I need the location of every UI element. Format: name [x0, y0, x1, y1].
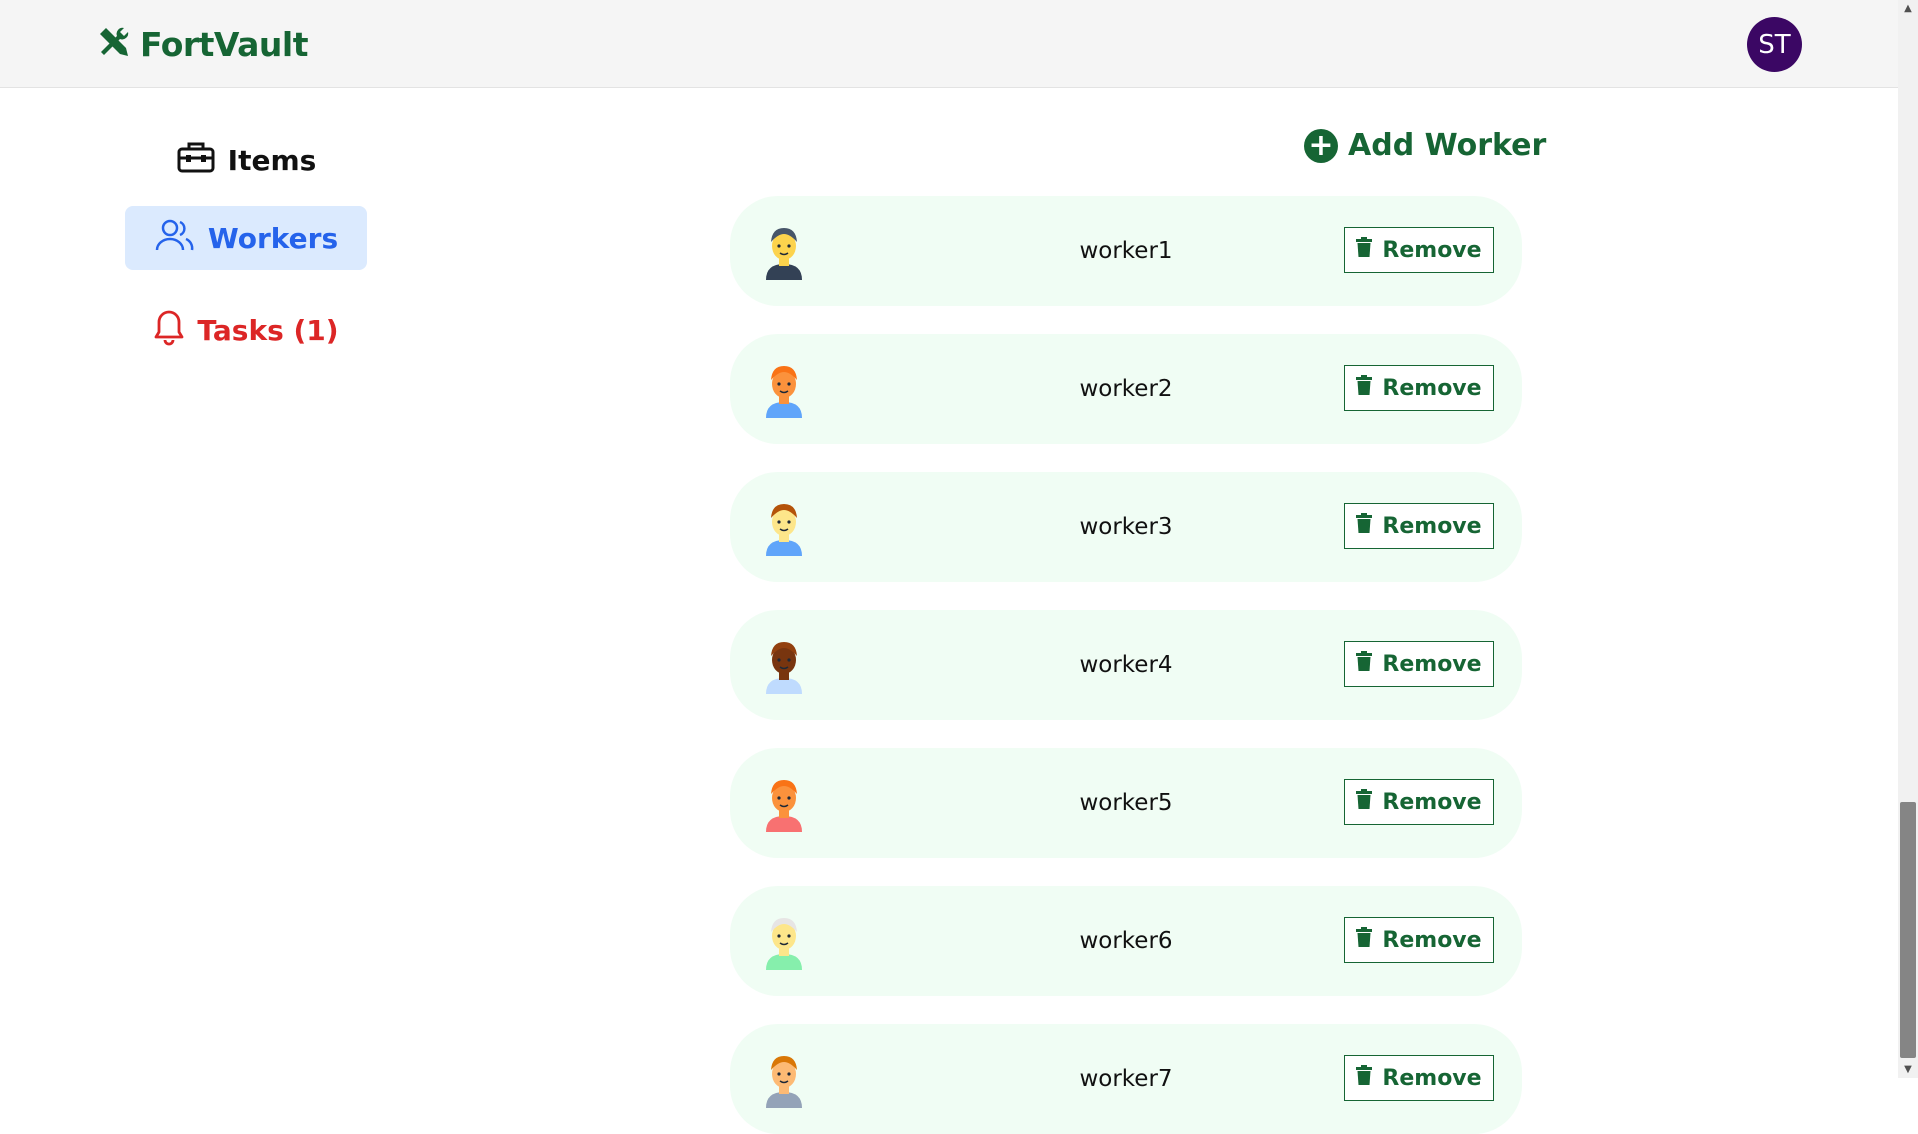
user-avatar[interactable]: ST	[1747, 17, 1802, 72]
trash-icon	[1356, 237, 1373, 263]
avatar-turban-icon	[762, 224, 806, 280]
remove-label: Remove	[1382, 375, 1482, 401]
worker-row: worker4 Remove	[730, 610, 1522, 720]
remove-label: Remove	[1382, 789, 1482, 815]
remove-worker-button[interactable]: Remove	[1344, 641, 1494, 687]
trash-icon	[1356, 513, 1373, 539]
top-bar: FortVault ST	[0, 0, 1898, 88]
sidebar-item-label: Workers	[207, 221, 339, 255]
remove-worker-button[interactable]: Remove	[1344, 365, 1494, 411]
remove-label: Remove	[1382, 927, 1482, 953]
worker-row: worker1 Remove	[730, 196, 1522, 306]
scrollbar[interactable]: ▲ ▼	[1898, 0, 1918, 1078]
remove-label: Remove	[1382, 651, 1482, 677]
sidebar-item-label: Items	[227, 143, 317, 177]
trash-icon	[1356, 927, 1373, 953]
avatar-afro-icon	[762, 638, 806, 694]
avatar-curly-beard-icon	[762, 500, 806, 556]
scrollbar-thumb[interactable]	[1900, 802, 1916, 1058]
sidebar-item-items[interactable]: Items	[125, 128, 367, 192]
sidebar-item-tasks[interactable]: Tasks (1)	[125, 298, 367, 362]
worker-row: worker5 Remove	[730, 748, 1522, 858]
bell-icon	[153, 308, 185, 353]
avatar-mustache-icon	[762, 776, 806, 832]
app-name: FortVault	[140, 24, 309, 64]
sidebar-item-workers[interactable]: Workers	[125, 206, 367, 270]
remove-label: Remove	[1382, 237, 1482, 263]
trash-icon	[1356, 375, 1373, 401]
avatar-worker-icon	[762, 1052, 806, 1108]
trash-icon	[1356, 1065, 1373, 1091]
worker-row: worker2 Remove	[730, 334, 1522, 444]
avatar-elderly-icon	[762, 914, 806, 970]
users-icon	[154, 217, 196, 260]
trash-icon	[1356, 789, 1373, 815]
scroll-down-arrow-icon[interactable]: ▼	[1898, 1061, 1918, 1078]
add-worker-button[interactable]: + Add Worker	[1304, 128, 1546, 163]
scroll-up-arrow-icon[interactable]: ▲	[1898, 0, 1918, 17]
avatar-bearded-bald-icon	[762, 362, 806, 418]
app-logo[interactable]: FortVault	[96, 24, 309, 64]
trash-icon	[1356, 651, 1373, 677]
remove-worker-button[interactable]: Remove	[1344, 503, 1494, 549]
plus-circle-icon: +	[1304, 128, 1338, 163]
tools-icon	[96, 24, 132, 64]
remove-worker-button[interactable]: Remove	[1344, 227, 1494, 273]
worker-row: worker3 Remove	[730, 472, 1522, 582]
remove-label: Remove	[1382, 513, 1482, 539]
remove-worker-button[interactable]: Remove	[1344, 1055, 1494, 1101]
remove-label: Remove	[1382, 1065, 1482, 1091]
add-worker-label: Add Worker	[1348, 128, 1547, 163]
remove-worker-button[interactable]: Remove	[1344, 779, 1494, 825]
remove-worker-button[interactable]: Remove	[1344, 917, 1494, 963]
worker-row: worker6 Remove	[730, 886, 1522, 996]
worker-row: worker7 Remove	[730, 1024, 1522, 1134]
sidebar-item-label: Tasks (1)	[197, 313, 339, 347]
toolbox-icon	[176, 140, 216, 181]
